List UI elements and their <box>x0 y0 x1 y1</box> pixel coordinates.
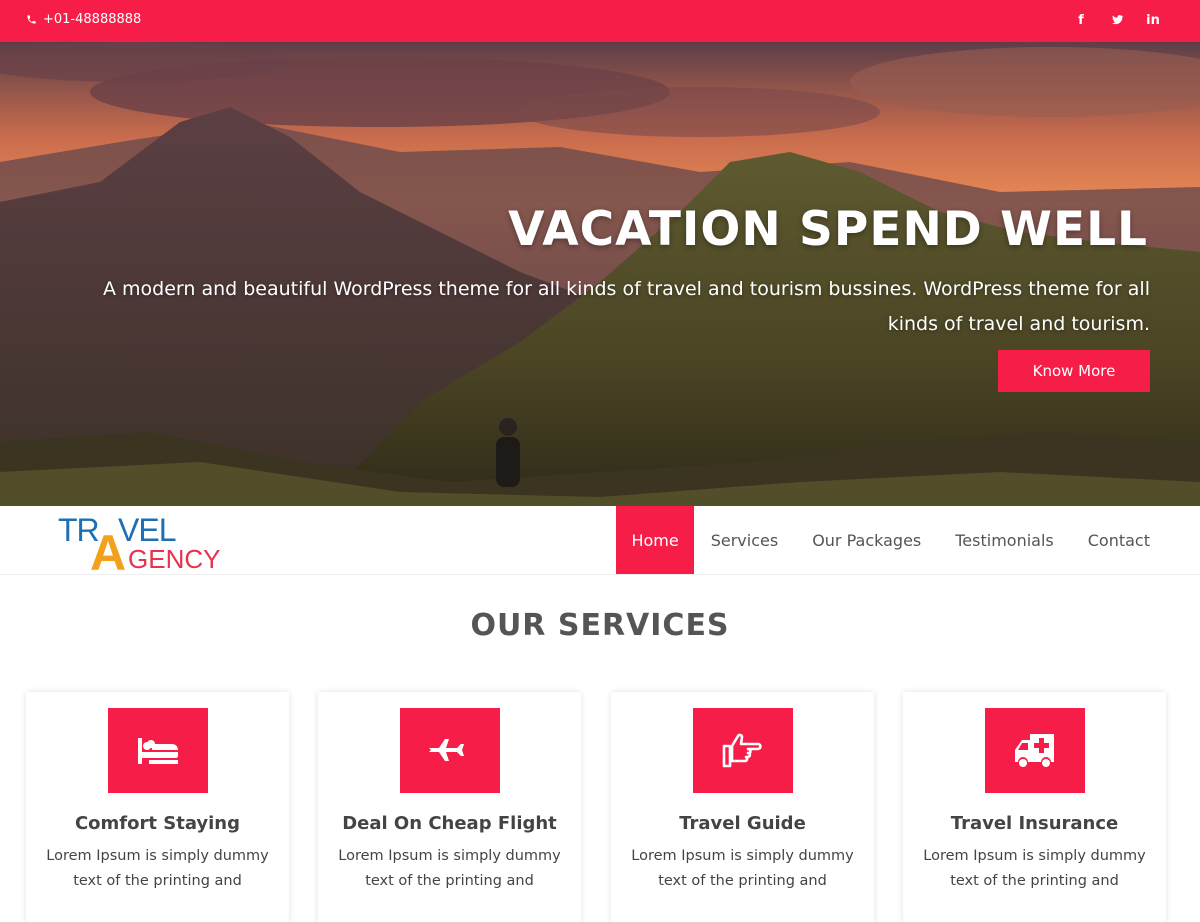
nav-item-testimonials[interactable]: Testimonials <box>938 506 1071 574</box>
hero-title: VACATION SPEND WELL <box>508 202 1148 257</box>
phone-contact[interactable]: +01-48888888 <box>26 12 141 27</box>
svg-text:A: A <box>90 525 126 572</box>
airplane-icon <box>428 738 464 761</box>
phone-number: +01-48888888 <box>43 12 142 27</box>
nav-item-contact[interactable]: Contact <box>1071 506 1167 574</box>
svg-text:VEL: VEL <box>118 512 176 548</box>
service-icon-box <box>984 708 1085 793</box>
svg-text:GENCY: GENCY <box>128 544 220 572</box>
travel-agency-logo[interactable]: TR VEL A GENCY <box>58 510 238 572</box>
service-text: Lorem Ipsum is simply dummy text of the … <box>46 848 269 889</box>
service-title: Comfort Staying <box>74 813 241 834</box>
know-more-button[interactable]: Know More <box>998 350 1150 392</box>
top-bar: +01-48888888 f in <box>0 0 1200 42</box>
service-icon-box <box>107 708 208 793</box>
service-text: Lorem Ipsum is simply dummy text of the … <box>338 848 561 889</box>
services-heading: OUR SERVICES <box>470 608 730 643</box>
service-text: Lorem Ipsum is simply dummy text of the … <box>631 848 854 889</box>
nav-item-home[interactable]: Home <box>616 506 694 574</box>
main-navbar: TR VEL A GENCY Home Services Our Package… <box>0 506 1200 575</box>
services-cards: Comfort Staying Lorem Ipsum is simply du… <box>26 692 1176 922</box>
nav-menu: Home Services Our Packages Testimonials … <box>616 506 1167 574</box>
hand-pointer-icon <box>722 733 762 767</box>
service-title: Travel Guide <box>679 813 806 834</box>
hero-description: A modern and beautiful WordPress theme f… <box>102 278 1150 335</box>
service-card-travel-insurance[interactable]: Travel Insurance Lorem Ipsum is simply d… <box>903 692 1166 922</box>
hero-banner: VACATION SPEND WELL A modern and beautif… <box>0 42 1200 506</box>
service-text: Lorem Ipsum is simply dummy text of the … <box>923 848 1146 889</box>
service-card-cheap-flight[interactable]: Deal On Cheap Flight Lorem Ipsum is simp… <box>318 692 581 922</box>
twitter-icon[interactable] <box>1110 13 1124 30</box>
social-links: f in <box>1074 13 1160 30</box>
service-card-travel-guide[interactable]: Travel Guide Lorem Ipsum is simply dummy… <box>611 692 874 922</box>
service-card-comfort-staying[interactable]: Comfort Staying Lorem Ipsum is simply du… <box>26 692 289 922</box>
nav-item-our-packages[interactable]: Our Packages <box>795 506 938 574</box>
service-icon-box <box>692 708 793 793</box>
facebook-icon[interactable]: f <box>1074 13 1088 30</box>
ambulance-icon <box>1014 733 1054 767</box>
service-icon-box <box>399 708 500 793</box>
phone-icon <box>27 15 36 24</box>
service-title: Deal On Cheap Flight <box>342 813 557 834</box>
bed-icon <box>137 737 178 764</box>
linkedin-icon[interactable]: in <box>1146 13 1160 30</box>
service-title: Travel Insurance <box>950 813 1119 834</box>
nav-item-services[interactable]: Services <box>694 506 795 574</box>
